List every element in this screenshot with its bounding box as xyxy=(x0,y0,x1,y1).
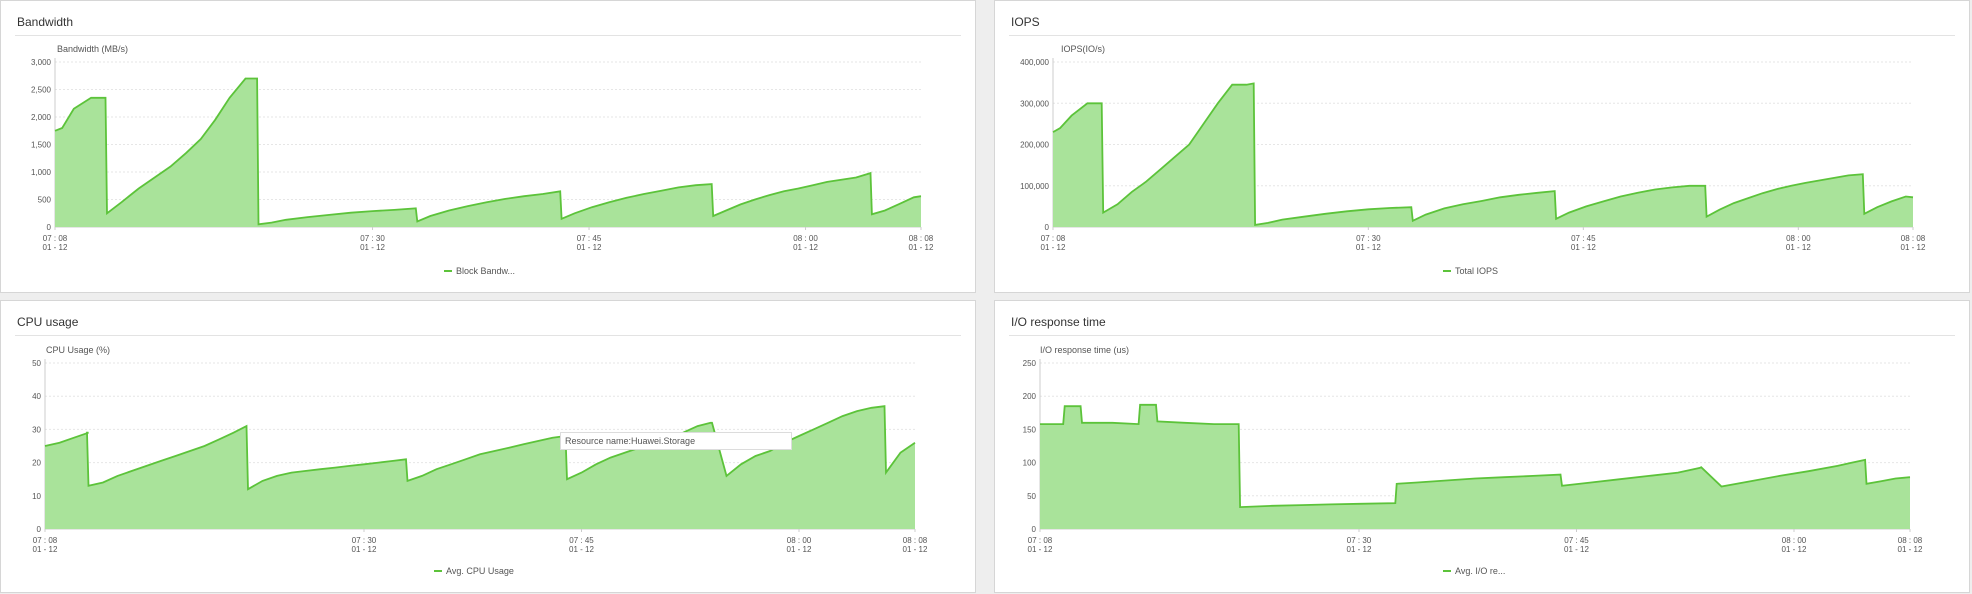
y-tick-label: 150 xyxy=(1023,425,1037,434)
legend-label: Total IOPS xyxy=(1455,266,1498,276)
x-tick-date: 01 - 12 xyxy=(787,545,812,554)
io-response-panel: I/O response time I/O response time (us)… xyxy=(994,300,1970,593)
x-tick-date: 01 - 12 xyxy=(903,545,928,554)
x-tick-date: 01 - 12 xyxy=(1782,545,1807,554)
x-tick-label: 08 : 08 xyxy=(1898,536,1923,545)
y-tick-label: 200 xyxy=(1023,392,1037,401)
y-tick-label: 100,000 xyxy=(1020,182,1049,191)
x-tick-label: 07 : 45 xyxy=(1564,536,1589,545)
x-tick-date: 01 - 12 xyxy=(33,545,58,554)
y-axis-label: IOPS(IO/s) xyxy=(1061,44,1105,54)
x-tick-date: 01 - 12 xyxy=(1564,545,1589,554)
x-tick-label: 07 : 45 xyxy=(569,536,594,545)
y-tick-label: 30 xyxy=(32,425,41,434)
x-tick-label: 07 : 45 xyxy=(577,234,602,243)
x-tick-label: 07 : 08 xyxy=(1041,234,1066,243)
y-tick-label: 2,000 xyxy=(31,113,52,122)
x-tick-label: 08 : 00 xyxy=(1786,234,1811,243)
x-tick-label: 07 : 08 xyxy=(33,536,58,545)
bandwidth-panel: Bandwidth Bandwidth (MB/s) 0 500 1,000 1,500… xyxy=(0,0,976,293)
x-tick-label: 08 : 00 xyxy=(787,536,812,545)
iops-panel: IOPS IOPS(IO/s) 0 100,000 200,000 300,000 400… xyxy=(994,0,1970,293)
x-tick-date: 01 - 12 xyxy=(793,243,818,252)
x-tick-date: 01 - 12 xyxy=(1356,243,1381,252)
y-tick-label: 400,000 xyxy=(1020,58,1049,67)
y-axis-label: CPU Usage (%) xyxy=(46,345,110,355)
y-tick-label: 1,500 xyxy=(31,141,52,150)
y-tick-label: 3,000 xyxy=(31,58,52,67)
y-tick-label: 40 xyxy=(32,392,41,401)
y-tick-label: 0 xyxy=(37,525,42,534)
x-tick-date: 01 - 12 xyxy=(1347,545,1372,554)
cpu-usage-panel: CPU usage CPU Usage (%) 0 10 20 30 40 50 07 : 0… xyxy=(0,300,976,593)
x-tick-date: 01 - 12 xyxy=(569,545,594,554)
y-tick-label: 2,500 xyxy=(31,86,52,95)
series-area xyxy=(1040,404,1910,529)
legend-label: Avg. CPU Usage xyxy=(446,566,514,576)
cpu-usage-chart: CPU Usage (%)0102030405007 : 0801 - 1207… xyxy=(32,345,928,576)
x-tick-date: 01 - 12 xyxy=(360,243,385,252)
y-tick-label: 500 xyxy=(38,196,52,205)
y-tick-label: 50 xyxy=(32,359,41,368)
x-tick-date: 01 - 12 xyxy=(1901,243,1926,252)
y-tick-label: 0 xyxy=(1045,223,1050,232)
y-tick-label: 100 xyxy=(1023,459,1037,468)
x-tick-label: 07 : 08 xyxy=(43,234,68,243)
iops-chart: IOPS(IO/s) 0 100,000 200,000 300,000 400,000 0… xyxy=(1020,44,1926,276)
y-tick-label: 250 xyxy=(1023,359,1037,368)
y-tick-label: 200,000 xyxy=(1020,141,1049,150)
y-tick-label: 0 xyxy=(1032,525,1037,534)
x-tick-label: 08 : 00 xyxy=(1782,536,1807,545)
x-tick-label: 07 : 45 xyxy=(1571,234,1596,243)
y-tick-label: 0 xyxy=(47,223,52,232)
legend-label: Block Bandw... xyxy=(456,266,515,276)
y-tick-label: 1,000 xyxy=(31,168,52,177)
x-tick-date: 01 - 12 xyxy=(1041,243,1066,252)
x-tick-date: 01 - 12 xyxy=(352,545,377,554)
x-tick-date: 01 - 12 xyxy=(909,243,934,252)
x-tick-date: 01 - 12 xyxy=(1571,243,1596,252)
x-tick-date: 01 - 12 xyxy=(1898,545,1923,554)
series-area xyxy=(1053,83,1913,228)
legend-label: Avg. I/O re... xyxy=(1455,566,1505,576)
y-tick-label: 10 xyxy=(32,492,41,501)
y-axis-label: Bandwidth (MB/s) xyxy=(57,44,128,54)
x-tick-date: 01 - 12 xyxy=(1028,545,1053,554)
x-tick-label: 08 : 08 xyxy=(903,536,928,545)
series-area xyxy=(45,406,915,529)
x-tick-label: 08 : 00 xyxy=(793,234,818,243)
bandwidth-chart: Bandwidth (MB/s) 0 500 1,000 1,500 2,000 2,500… xyxy=(31,44,934,276)
x-tick-label: 08 : 08 xyxy=(1901,234,1926,243)
x-tick-label: 07 : 30 xyxy=(352,536,377,545)
x-tick-label: 07 : 30 xyxy=(1347,536,1372,545)
chart-tooltip: Resource name:Huawei.Storage xyxy=(560,432,792,450)
io-response-chart: I/O response time (us) 0 50 100 150 200 250 07 … xyxy=(1023,345,1923,576)
x-tick-label: 07 : 30 xyxy=(360,234,385,243)
x-tick-date: 01 - 12 xyxy=(577,243,602,252)
y-tick-label: 300,000 xyxy=(1020,99,1049,108)
x-tick-date: 01 - 12 xyxy=(43,243,68,252)
series-area xyxy=(55,78,921,227)
x-tick-date: 01 - 12 xyxy=(1786,243,1811,252)
y-tick-label: 50 xyxy=(1027,492,1036,501)
x-tick-label: 07 : 30 xyxy=(1356,234,1381,243)
y-axis-label: I/O response time (us) xyxy=(1040,345,1129,355)
x-tick-label: 07 : 08 xyxy=(1028,536,1053,545)
y-tick-label: 20 xyxy=(32,459,41,468)
x-tick-label: 08 : 08 xyxy=(909,234,934,243)
